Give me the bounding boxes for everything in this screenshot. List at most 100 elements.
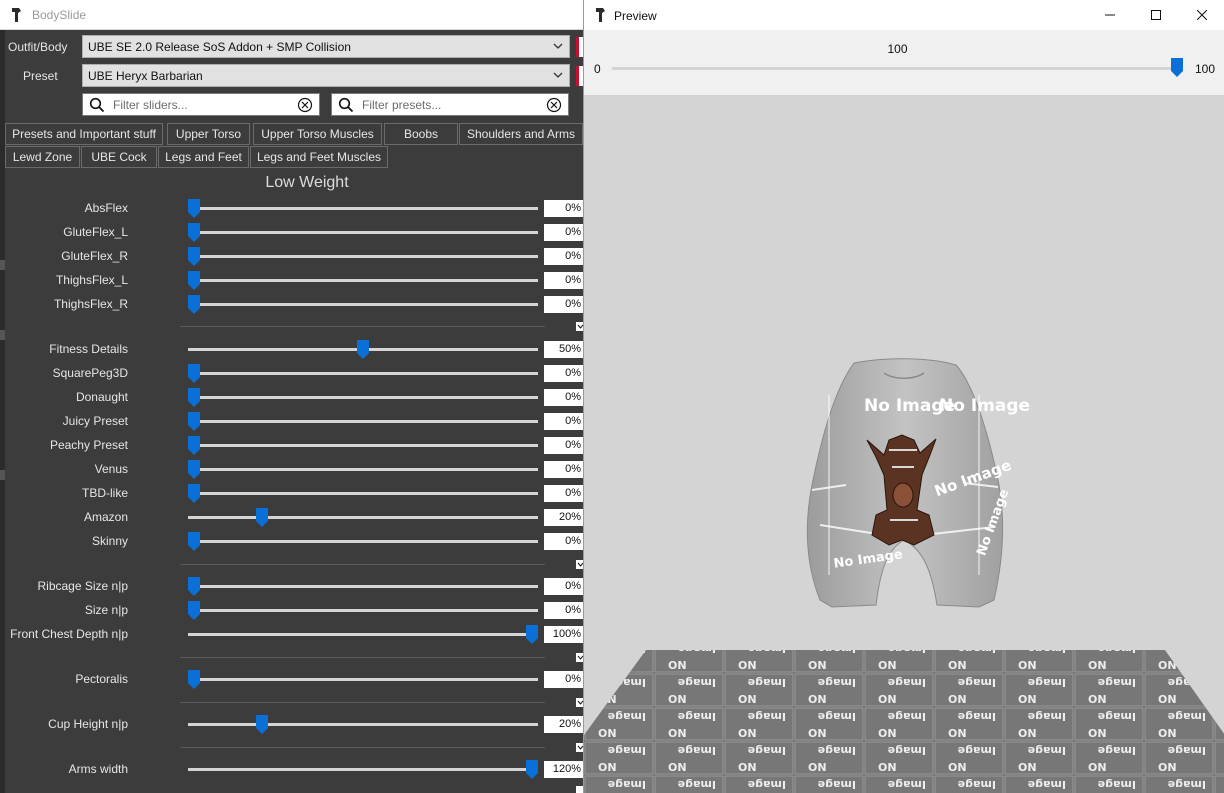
preview-titlebar[interactable]: Preview	[584, 0, 1224, 30]
preset-extra-button[interactable]	[576, 66, 583, 86]
slider-thumb[interactable]	[188, 247, 200, 266]
slider-value[interactable]: 0%	[544, 224, 583, 241]
slider-value[interactable]: 120%	[544, 761, 583, 778]
slider-thumb[interactable]	[188, 223, 200, 242]
slider-row: Cup Height n|p 20%	[0, 713, 583, 737]
slider-value[interactable]: 0%	[544, 485, 583, 502]
slider-track[interactable]	[188, 444, 538, 447]
slider-track[interactable]	[188, 492, 538, 495]
slider-thumb[interactable]	[188, 577, 200, 596]
slider-value[interactable]: 0%	[544, 602, 583, 619]
slider-value[interactable]: 0%	[544, 437, 583, 454]
slider-thumb[interactable]	[188, 670, 200, 689]
slider-track[interactable]	[188, 468, 538, 471]
maximize-button[interactable]	[1133, 0, 1179, 30]
group-toggle-checkbox[interactable]	[576, 560, 583, 569]
slider-track[interactable]	[188, 279, 538, 282]
slider-row: Size n|p 0%	[0, 599, 583, 623]
slider-value[interactable]: 0%	[544, 461, 583, 478]
slider-thumb[interactable]	[255, 508, 268, 527]
slider-thumb[interactable]	[526, 760, 538, 779]
group-toggle-checkbox[interactable]	[576, 743, 583, 752]
slider-value[interactable]: 0%	[544, 272, 583, 289]
group-toggle-checkbox[interactable]	[576, 698, 583, 707]
group-separator	[180, 702, 545, 703]
slider-track[interactable]	[188, 768, 538, 771]
tab-boobs[interactable]: Boobs	[384, 123, 458, 145]
tab-presets-and-important-stuff[interactable]: Presets and Important stuff	[5, 123, 163, 145]
slider-track[interactable]	[188, 723, 538, 726]
tab-upper-torso[interactable]: Upper Torso	[167, 123, 250, 145]
slider-thumb[interactable]	[188, 484, 200, 503]
slider-value[interactable]: 100%	[544, 626, 583, 643]
slider-row: Fitness Details 50%	[0, 338, 583, 362]
slider-value[interactable]: 0%	[544, 248, 583, 265]
slider-thumb[interactable]	[357, 340, 369, 359]
slider-value[interactable]: 0%	[544, 533, 583, 550]
clear-icon[interactable]	[297, 97, 313, 113]
slider-value[interactable]: 0%	[544, 671, 583, 688]
slider-track[interactable]	[188, 207, 538, 210]
slider-thumb[interactable]	[188, 532, 200, 551]
slider-track[interactable]	[188, 303, 538, 306]
weight-slider-thumb[interactable]	[1171, 58, 1183, 77]
slider-value[interactable]: 0%	[544, 365, 583, 382]
slider-value[interactable]: 50%	[544, 341, 583, 358]
slider-thumb[interactable]	[188, 460, 200, 479]
tab-legs-and-feet[interactable]: Legs and Feet	[158, 146, 249, 168]
slider-row: SquarePeg3D 0%	[0, 362, 583, 386]
slider-track[interactable]	[188, 396, 538, 399]
group-toggle-checkbox[interactable]	[576, 322, 583, 331]
slider-thumb[interactable]	[188, 388, 200, 407]
slider-track[interactable]	[188, 420, 538, 423]
slider-row: Arms width 120%	[0, 758, 583, 782]
slider-label: Amazon	[83, 510, 128, 524]
slider-track[interactable]	[188, 516, 538, 519]
slider-thumb[interactable]	[188, 295, 200, 314]
slider-label: Arms width	[68, 762, 128, 776]
slider-track[interactable]	[188, 255, 538, 258]
slider-value[interactable]: 0%	[544, 200, 583, 217]
slider-value[interactable]: 0%	[544, 389, 583, 406]
slider-thumb[interactable]	[255, 715, 268, 734]
slider-value[interactable]: 0%	[544, 296, 583, 313]
minimize-button[interactable]	[1087, 0, 1133, 30]
slider-track[interactable]	[188, 633, 538, 636]
weight-slider-track[interactable]	[612, 67, 1178, 70]
outfit-select[interactable]: UBE SE 2.0 Release SoS Addon + SMP Colli…	[82, 35, 570, 58]
slider-value[interactable]: 0%	[544, 413, 583, 430]
tab-legs-and-feet-muscles[interactable]: Legs and Feet Muscles	[250, 146, 388, 168]
slider-track[interactable]	[188, 678, 538, 681]
group-toggle-checkbox[interactable]	[576, 786, 583, 793]
slider-thumb[interactable]	[188, 601, 200, 620]
tab-ube-cock[interactable]: UBE Cock	[81, 146, 157, 168]
slider-thumb[interactable]	[188, 436, 200, 455]
tab-shoulders-and-arms[interactable]: Shoulders and Arms	[459, 123, 583, 145]
slider-thumb[interactable]	[188, 412, 200, 431]
slider-label: Donaught	[75, 390, 128, 404]
slider-thumb[interactable]	[188, 199, 200, 218]
slider-value[interactable]: 0%	[544, 578, 583, 595]
slider-track[interactable]	[188, 585, 538, 588]
slider-thumb[interactable]	[188, 364, 200, 383]
outfit-extra-button[interactable]	[576, 37, 583, 57]
slider-label: SquarePeg3D	[52, 366, 128, 380]
filter-sliders-input[interactable]: Filter sliders...	[82, 93, 320, 116]
filter-presets-input[interactable]: Filter presets...	[331, 93, 569, 116]
clear-icon[interactable]	[546, 97, 562, 113]
slider-thumb[interactable]	[188, 271, 200, 290]
bodyslide-titlebar[interactable]: BodySlide	[0, 0, 583, 30]
preset-select[interactable]: UBE Heryx Barbarian	[82, 64, 570, 87]
slider-track[interactable]	[188, 540, 538, 543]
tab-upper-torso-muscles[interactable]: Upper Torso Muscles	[253, 123, 382, 145]
slider-value[interactable]: 20%	[544, 716, 583, 733]
tab-lewd-zone[interactable]: Lewd Zone	[5, 146, 80, 168]
slider-track[interactable]	[188, 231, 538, 234]
group-toggle-checkbox[interactable]	[576, 653, 583, 662]
slider-thumb[interactable]	[526, 625, 538, 644]
slider-track[interactable]	[188, 372, 538, 375]
slider-track[interactable]	[188, 609, 538, 612]
slider-value[interactable]: 20%	[544, 509, 583, 526]
close-button[interactable]	[1179, 0, 1224, 30]
3d-viewport[interactable]: Image ON No Image No Image No Ima	[584, 95, 1224, 793]
